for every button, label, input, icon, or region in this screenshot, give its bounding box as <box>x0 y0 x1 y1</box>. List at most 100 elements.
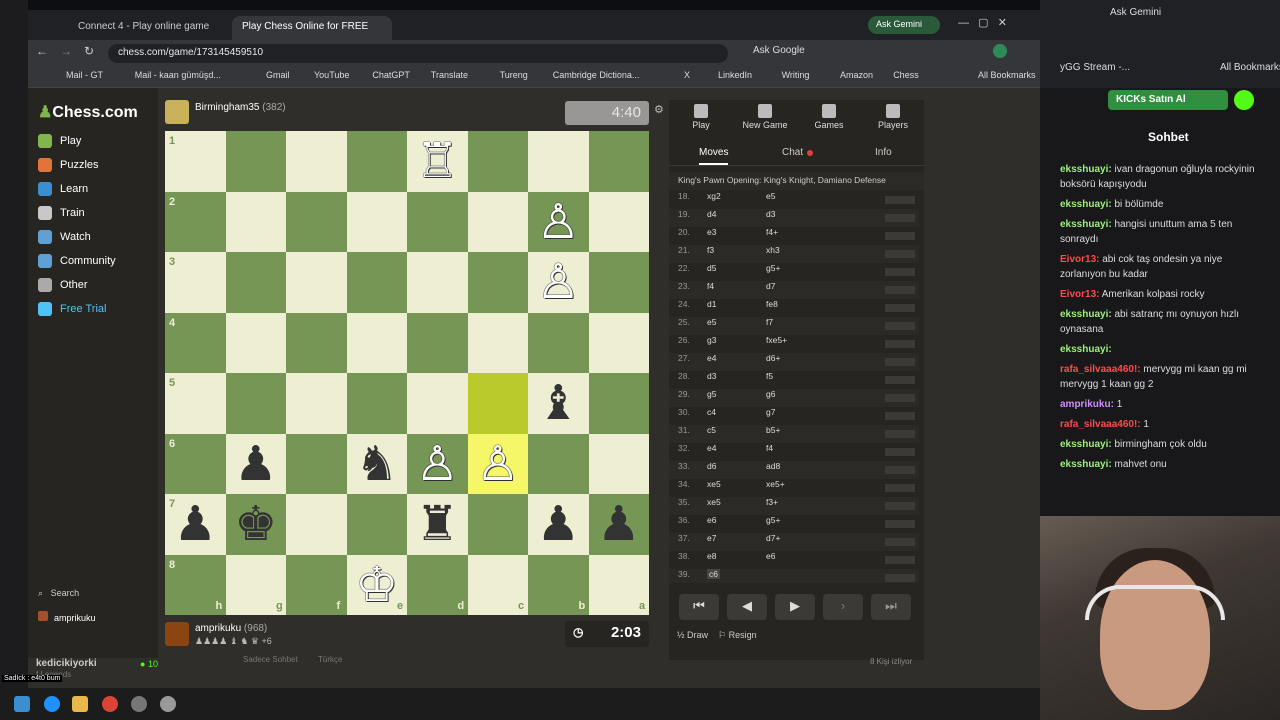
board-square[interactable] <box>225 312 286 373</box>
sidebar-item-watch[interactable]: Watch <box>38 230 148 244</box>
board-square[interactable] <box>407 252 468 313</box>
board-square[interactable] <box>346 131 407 192</box>
tab-chess[interactable]: Play Chess Online for FREE <box>232 16 392 42</box>
windows-start-icon[interactable] <box>14 696 30 712</box>
move-san[interactable]: g5+ <box>766 263 780 273</box>
subtab-info[interactable]: Info <box>875 147 892 158</box>
subtab-chat[interactable]: Chat <box>782 147 803 158</box>
move-san[interactable]: e3 <box>707 227 716 237</box>
board-square[interactable] <box>467 312 528 373</box>
move-san[interactable]: d7+ <box>766 533 780 543</box>
board-square[interactable] <box>286 312 347 373</box>
sidebar-item-train[interactable]: Train <box>38 206 148 220</box>
move-san[interactable]: e4 <box>707 443 716 453</box>
move-san[interactable]: g7 <box>766 407 775 417</box>
board-square[interactable] <box>467 191 528 252</box>
sidebar-item-learn[interactable]: Learn <box>38 182 148 196</box>
chess-piece[interactable]: ♚ <box>226 494 287 555</box>
move-san[interactable]: xe5+ <box>766 479 785 489</box>
move-san[interactable]: f3 <box>707 245 714 255</box>
chat-username[interactable]: amprikuku: <box>1060 399 1114 410</box>
tab-connect4[interactable]: Connect 4 - Play online game <box>68 16 226 42</box>
chess-piece[interactable]: ♟ <box>589 494 650 555</box>
move-san[interactable]: c5 <box>707 425 716 435</box>
board-square[interactable] <box>225 373 286 434</box>
move-san[interactable]: d4 <box>707 209 716 219</box>
step-forward-button[interactable]: › <box>823 594 863 620</box>
move-san[interactable]: g3 <box>707 335 716 345</box>
panel-tab-play[interactable]: Play <box>669 104 733 130</box>
chess-logo[interactable]: ♟Chess.com <box>38 102 138 122</box>
forward-icon[interactable]: → <box>60 44 72 58</box>
board-square[interactable] <box>346 494 407 555</box>
app-icon[interactable] <box>160 696 176 712</box>
profile-avatar[interactable] <box>993 44 1007 58</box>
board-square[interactable] <box>286 252 347 313</box>
back-icon[interactable]: ← <box>36 44 48 58</box>
board-square[interactable] <box>225 131 286 192</box>
chat-username[interactable]: Eivor13: <box>1060 254 1099 265</box>
board-square[interactable] <box>286 191 347 252</box>
move-san[interactable]: e6 <box>707 515 716 525</box>
move-san[interactable]: g5 <box>707 389 716 399</box>
chat-username[interactable]: rafa_silvaaa460!: <box>1060 419 1141 430</box>
panel-tab-players[interactable]: Players <box>861 104 925 130</box>
move-san[interactable]: f4 <box>766 443 773 453</box>
move-san[interactable]: d7 <box>766 281 775 291</box>
chess-piece[interactable]: ♙ <box>528 192 589 253</box>
move-san[interactable]: d3 <box>707 371 716 381</box>
chat-username[interactable]: rafa_silvaaa460!: <box>1060 364 1141 375</box>
bookmark-item[interactable]: Mail - GT <box>66 70 103 80</box>
bookmark-item[interactable]: Tureng <box>500 70 528 80</box>
move-san[interactable]: g6 <box>766 389 775 399</box>
ask-google-button[interactable]: Ask Google <box>753 45 805 56</box>
board-square[interactable] <box>225 252 286 313</box>
sidebar-user[interactable]: amprikuku <box>38 611 96 623</box>
move-san[interactable]: f5 <box>766 371 773 381</box>
move-san[interactable]: c6 <box>707 569 720 579</box>
panel-tab-new-game[interactable]: New Game <box>733 104 797 130</box>
board-square[interactable] <box>588 373 649 434</box>
sidebar-item-other[interactable]: Other <box>38 278 148 292</box>
panel-tab-games[interactable]: Games <box>797 104 861 130</box>
draw-button[interactable]: ½ Draw <box>677 630 708 640</box>
chat-username[interactable]: eksshuayi: <box>1060 344 1112 355</box>
move-san[interactable]: g5+ <box>766 515 780 525</box>
move-san[interactable]: fxe5+ <box>766 335 787 345</box>
move-san[interactable]: d5 <box>707 263 716 273</box>
sidebar-item-play[interactable]: Play <box>38 134 148 148</box>
chess-piece[interactable]: ♟ <box>528 494 589 555</box>
opponent-avatar[interactable] <box>165 100 189 124</box>
board-square[interactable] <box>407 312 468 373</box>
move-san[interactable]: e6 <box>766 551 775 561</box>
move-san[interactable]: xg2 <box>707 191 721 201</box>
bg-all-bookmarks[interactable]: All Bookmarks <box>1220 62 1280 73</box>
move-san[interactable]: fe8 <box>766 299 778 309</box>
chess-piece[interactable]: ♞ <box>347 434 408 495</box>
resign-button[interactable]: ⚐ Resign <box>718 630 757 640</box>
board-square[interactable] <box>286 373 347 434</box>
ask-gemini-button[interactable]: Ask Gemini <box>868 16 940 34</box>
move-san[interactable]: e8 <box>707 551 716 561</box>
bookmark-item[interactable]: Amazon <box>840 70 873 80</box>
move-san[interactable]: b5+ <box>766 425 780 435</box>
sidebar-item-puzzles[interactable]: Puzzles <box>38 158 148 172</box>
edge-icon[interactable] <box>44 696 60 712</box>
board-square[interactable] <box>286 433 347 494</box>
move-san[interactable]: f7 <box>766 317 773 327</box>
bookmark-item[interactable]: ChatGPT <box>372 70 410 80</box>
sidebar-search[interactable]: ⌕ Search <box>38 588 79 599</box>
board-square[interactable] <box>407 191 468 252</box>
board-square[interactable] <box>588 191 649 252</box>
chess-piece[interactable]: ♔ <box>347 555 408 616</box>
chat-username[interactable]: eksshuayi: <box>1060 309 1112 320</box>
board-square[interactable] <box>588 252 649 313</box>
player-info[interactable]: amprikuku (968) <box>195 623 267 634</box>
board-square[interactable] <box>528 131 589 192</box>
move-san[interactable]: f3+ <box>766 497 778 507</box>
board-square[interactable] <box>225 191 286 252</box>
board-square[interactable] <box>588 312 649 373</box>
board-square[interactable] <box>528 433 589 494</box>
move-san[interactable]: f4 <box>707 281 714 291</box>
opponent-info[interactable]: Birmingham35 (382) <box>195 102 286 113</box>
